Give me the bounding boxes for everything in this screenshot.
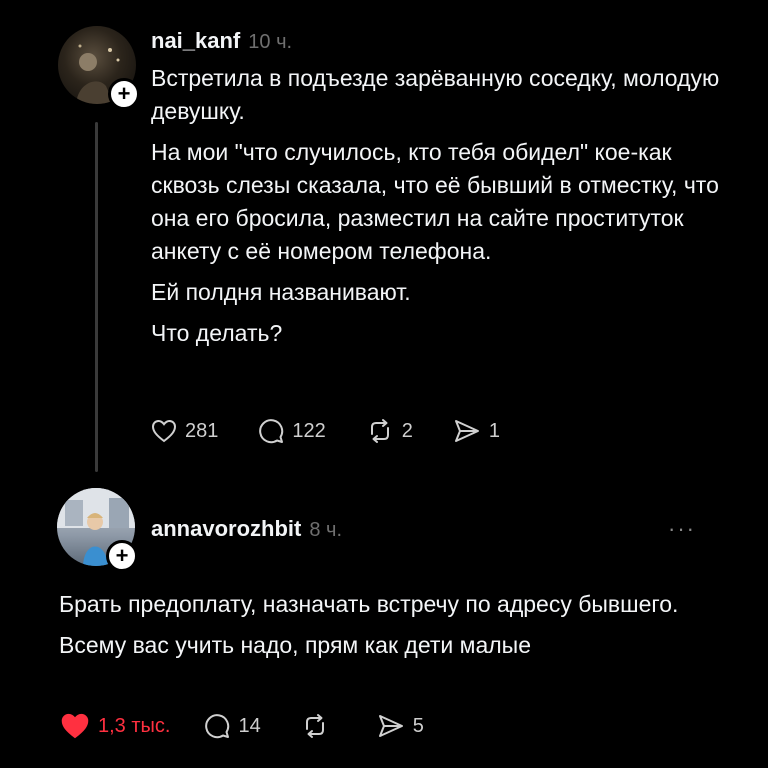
share-button[interactable]: 5	[377, 713, 424, 739]
reply-header: annavorozhbit 8 ч.	[151, 516, 342, 542]
like-count: 281	[185, 419, 219, 442]
thread-line	[95, 122, 98, 472]
reply-paragraph: Всему вас учить надо, прям как дети малы…	[59, 632, 531, 658]
reply-actions: 1,3 тыс. 14 5	[60, 712, 464, 740]
comment-button[interactable]: 14	[204, 713, 261, 739]
repost-count: 2	[401, 419, 413, 442]
post-paragraph: Что делать?	[151, 320, 283, 346]
comment-count: 14	[238, 714, 261, 737]
heart-filled-icon	[61, 713, 89, 739]
reply-body: Брать предоплату, назначать встречу по а…	[59, 588, 719, 670]
comment-button[interactable]: 122	[258, 418, 326, 444]
post-header: nai_kanf 10 ч.	[151, 28, 292, 54]
like-button[interactable]: 1,3 тыс.	[60, 712, 170, 740]
post-username[interactable]: nai_kanf	[151, 28, 240, 53]
follow-plus-icon[interactable]: +	[106, 540, 138, 572]
follow-plus-icon[interactable]: +	[108, 78, 140, 110]
send-icon	[454, 420, 479, 442]
like-button[interactable]: 281	[151, 419, 218, 443]
post-paragraph: Встретила в подъезде зарёванную соседку,…	[151, 65, 720, 124]
comment-count: 122	[292, 419, 326, 442]
post-body: Встретила в подъезде зарёванную соседку,…	[151, 62, 741, 358]
comment-bubble-icon	[205, 714, 230, 739]
more-options-icon[interactable]: ···	[668, 516, 696, 542]
post-actions: 281 122 2 1	[151, 418, 540, 444]
post-paragraph: На мои "что случилось, кто тебя обидел" …	[151, 139, 719, 264]
post-paragraph: Ей полдня названивают.	[151, 279, 411, 305]
post-timestamp: 10 ч.	[248, 31, 293, 53]
comment-bubble-icon	[259, 419, 284, 444]
send-icon	[378, 715, 403, 737]
repost-button[interactable]: 2	[366, 418, 413, 444]
heart-icon	[151, 419, 177, 443]
repost-icon	[370, 419, 389, 443]
like-count: 1,3 тыс.	[98, 714, 171, 737]
repost-button[interactable]	[301, 713, 337, 739]
share-count: 5	[412, 714, 424, 737]
share-button[interactable]: 1	[453, 418, 500, 444]
reply-username[interactable]: annavorozhbit	[151, 516, 301, 541]
reply-paragraph: Брать предоплату, назначать встречу по а…	[59, 591, 679, 617]
repost-icon	[305, 714, 324, 738]
reply-timestamp: 8 ч.	[309, 519, 342, 541]
share-count: 1	[488, 419, 500, 442]
